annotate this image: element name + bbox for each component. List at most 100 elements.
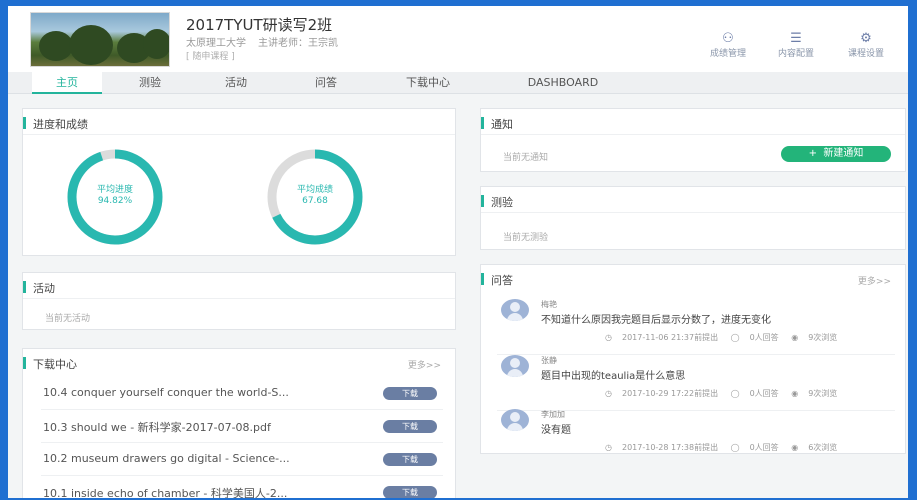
qa-question-text[interactable]: 没有题: [541, 421, 571, 436]
content-config-label: 内容配置: [777, 49, 814, 59]
qa-time: 2017-11-06 21:37前提出: [621, 333, 719, 342]
qa-item[interactable]: 李加加 没有题 ◷ 2017-10-28 17:38前提出 ◯ 0人回答 ◉ 6次浏览: [497, 409, 895, 465]
quiz-panel-title: 测验: [491, 196, 513, 209]
activity-panel-title: 活动: [33, 282, 55, 295]
download-button[interactable]: 下载: [383, 420, 437, 433]
title-accent-bar: [481, 195, 484, 207]
qa-meta: ◷ 2017-10-29 17:22前提出 ◯ 0人回答 ◉ 9次浏览: [605, 388, 847, 399]
download-item: 10.1 inside echo of chamber - 科学美国人-2...…: [41, 476, 443, 498]
eye-icon: ◉: [791, 333, 799, 342]
app-frame: 2017TYUT研读写2班 太原理工大学 主讲老师：王宗凯 [ 随申课程 ] ⚇ …: [6, 4, 910, 500]
clock-icon: ◷: [605, 443, 612, 452]
average-score-text: 平均成绩 67.68: [255, 185, 375, 207]
eye-icon: ◉: [791, 443, 799, 452]
clock-icon: ◷: [605, 389, 612, 398]
qa-panel-header: 问答 更多>>: [481, 265, 905, 291]
course-meta: 太原理工大学 主讲老师：王宗凯: [186, 34, 338, 49]
qa-item[interactable]: 张静 题目中出现的teaulia是什么意思 ◷ 2017-10-29 17:22前…: [497, 355, 895, 411]
avatar: [501, 355, 529, 377]
download-button[interactable]: 下载: [383, 387, 437, 400]
average-score-value: 67.68: [302, 196, 328, 206]
course-title: 2017TYUT研读写2班: [186, 16, 333, 34]
activity-panel-header: 活动: [23, 273, 455, 299]
qa-time: 2017-10-28 17:38前提出: [621, 443, 719, 452]
title-accent-bar: [23, 117, 26, 129]
activity-panel: 活动 当前无活动: [22, 272, 456, 330]
avatar: [501, 299, 529, 321]
download-button[interactable]: 下载: [383, 486, 437, 498]
download-item: 10.3 should we - 新科学家-2017-07-08.pdf 下载: [41, 410, 443, 443]
tab-home[interactable]: 主页: [32, 72, 102, 94]
qa-answers: 0人回答: [749, 389, 779, 398]
qa-meta: ◷ 2017-10-28 17:38前提出 ◯ 0人回答 ◉ 6次浏览: [605, 442, 847, 453]
qa-meta: ◷ 2017-11-06 21:37前提出 ◯ 0人回答 ◉ 9次浏览: [605, 332, 847, 343]
content-config-button[interactable]: ☰ 内容配置: [766, 31, 826, 60]
tab-qa[interactable]: 问答: [296, 72, 356, 94]
qa-answers: 0人回答: [749, 443, 779, 452]
tab-downloads[interactable]: 下载中心: [388, 72, 468, 94]
course-school: 太原理工大学: [186, 38, 246, 49]
course-settings-label: 课程设置: [847, 49, 884, 59]
progress-panel-title: 进度和成绩: [33, 118, 88, 131]
qa-more-link[interactable]: 更多>>: [858, 274, 891, 287]
progress-panel: 进度和成绩 平均进度 94.82% 平均成绩 67.68: [22, 108, 456, 256]
comment-icon: ◯: [730, 443, 740, 452]
average-progress-value: 94.82%: [97, 196, 133, 206]
qa-answers: 0人回答: [749, 333, 779, 342]
downloads-panel-title: 下载中心: [33, 358, 77, 371]
comment-icon: ◯: [730, 333, 740, 342]
new-notice-button[interactable]: + 新建通知: [781, 146, 891, 162]
course-settings-button[interactable]: ⚙ 课程设置: [836, 31, 896, 60]
qa-time: 2017-10-29 17:22前提出: [621, 389, 719, 398]
grade-management-button[interactable]: ⚇ 成绩管理: [698, 31, 758, 60]
avatar: [501, 409, 529, 431]
course-cover-image: [30, 12, 170, 67]
download-file-name[interactable]: 10.2 museum drawers go digital - Science…: [43, 452, 290, 465]
notice-panel: 通知 当前无通知 + 新建通知: [480, 108, 906, 172]
title-accent-bar: [481, 117, 484, 129]
quiz-panel: 测验 当前无测验: [480, 186, 906, 250]
quiz-panel-header: 测验: [481, 187, 905, 213]
average-progress-label: 平均进度: [96, 185, 133, 195]
main-tabs: 主页 测验 活动 问答 下载中心 DASHBOARD: [8, 72, 908, 94]
course-follow-link[interactable]: [ 随申课程 ]: [186, 49, 235, 62]
downloads-panel-header: 下载中心 更多>>: [23, 349, 455, 375]
downloads-panel: 下载中心 更多>> 10.4 conquer yourself conquer …: [22, 348, 456, 498]
grade-icon: ⚇: [722, 31, 734, 46]
gear-icon: ⚙: [860, 31, 872, 46]
qa-views: 9次浏览: [808, 333, 838, 342]
menu-icon: ☰: [790, 31, 802, 46]
notice-panel-title: 通知: [491, 118, 513, 131]
qa-question-text[interactable]: 不知道什么原因我完题目后显示分数了，进度无变化: [541, 311, 771, 326]
tab-activity[interactable]: 活动: [206, 72, 266, 94]
tab-quiz[interactable]: 测验: [120, 72, 180, 94]
qa-item[interactable]: 梅艳 不知道什么原因我完题目后显示分数了，进度无变化 ◷ 2017-11-06 2…: [497, 299, 895, 355]
comment-icon: ◯: [730, 389, 740, 398]
download-file-name[interactable]: 10.3 should we - 新科学家-2017-07-08.pdf: [43, 419, 271, 435]
average-score-label: 平均成绩: [296, 185, 333, 195]
title-accent-bar: [481, 273, 484, 285]
download-item: 10.4 conquer yourself conquer the world-…: [41, 377, 443, 410]
qa-user-name: 张静: [541, 356, 557, 365]
qa-user-name: 李加加: [541, 410, 565, 419]
qa-question-text[interactable]: 题目中出现的teaulia是什么意思: [541, 367, 685, 382]
notice-empty-text: 当前无通知: [503, 153, 549, 163]
eye-icon: ◉: [791, 389, 799, 398]
progress-panel-header: 进度和成绩: [23, 109, 455, 135]
quiz-empty-text: 当前无测验: [503, 233, 549, 243]
activity-empty-text: 当前无活动: [45, 314, 91, 324]
clock-icon: ◷: [605, 333, 612, 342]
title-accent-bar: [23, 357, 26, 369]
download-file-name[interactable]: 10.1 inside echo of chamber - 科学美国人-2...: [43, 485, 287, 498]
download-button[interactable]: 下载: [383, 453, 437, 466]
qa-user-name: 梅艳: [541, 300, 557, 309]
qa-panel: 问答 更多>> 梅艳 不知道什么原因我完题目后显示分数了，进度无变化 ◷ 2017…: [480, 264, 906, 454]
grade-management-label: 成绩管理: [709, 49, 746, 59]
plus-icon: +: [808, 148, 818, 159]
notice-panel-header: 通知: [481, 109, 905, 135]
download-file-name[interactable]: 10.4 conquer yourself conquer the world-…: [43, 386, 289, 399]
title-accent-bar: [23, 281, 26, 293]
new-notice-label: 新建通知: [823, 148, 864, 159]
downloads-more-link[interactable]: 更多>>: [408, 358, 441, 371]
tab-dashboard[interactable]: DASHBOARD: [508, 72, 618, 94]
